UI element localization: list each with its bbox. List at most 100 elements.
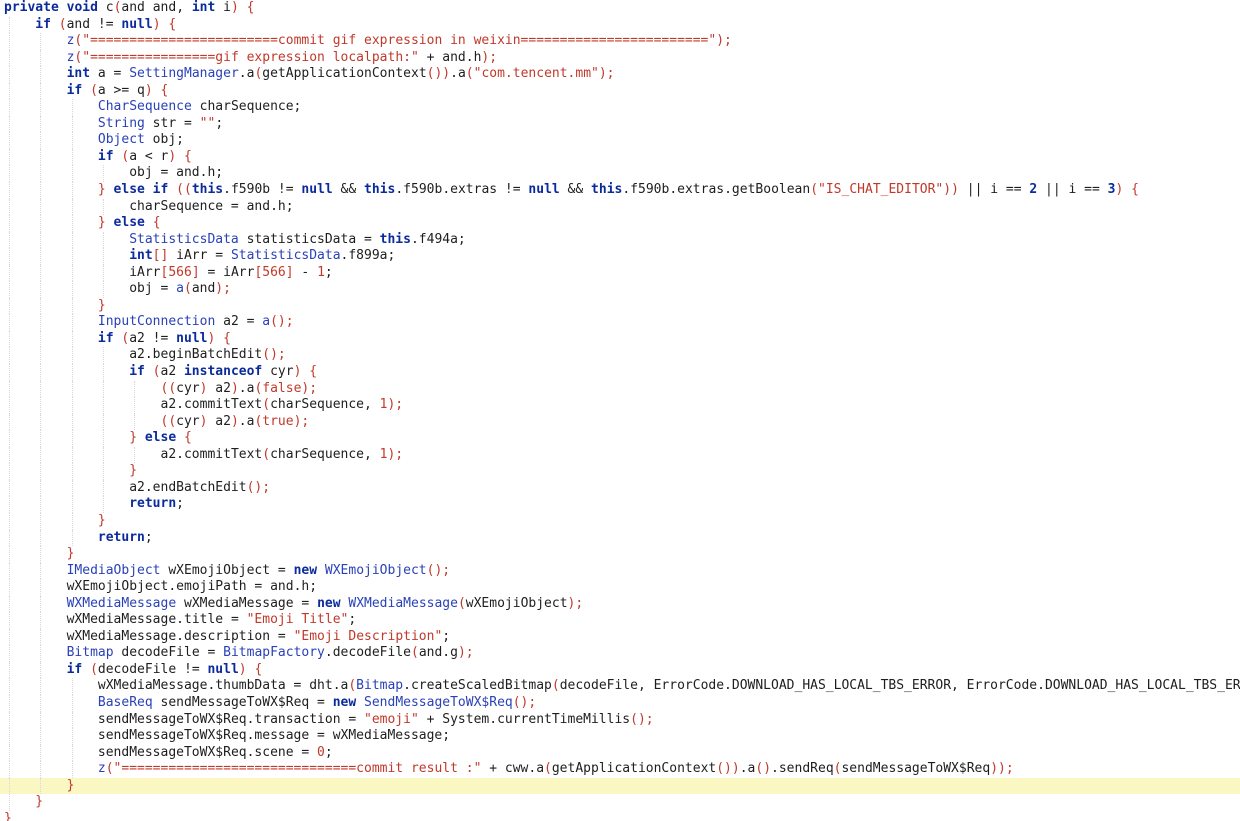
- code-line[interactable]: z("================gif expression localp…: [0, 49, 1240, 67]
- indent-guide: [9, 182, 10, 199]
- code-token: private void: [4, 0, 106, 15]
- code-token: int: [66, 66, 98, 82]
- code-line[interactable]: }: [0, 297, 1240, 315]
- code-line[interactable]: private void c(and and, int i) {: [0, 0, 1240, 17]
- code-token: }: [66, 546, 75, 562]
- code-token: }: [129, 463, 138, 479]
- code-token: and: [191, 281, 216, 297]
- code-line[interactable]: wXMediaMessage.title = "Emoji Title";: [0, 612, 1240, 629]
- code-line[interactable]: int[] iArr = StatisticsData.f899a;: [0, 248, 1240, 265]
- indent-guide: [71, 413, 73, 431]
- code-line[interactable]: }: [0, 811, 1240, 821]
- code-line[interactable]: InputConnection a2 = a();: [0, 314, 1240, 331]
- code-line[interactable]: sendMessageToWX$Req.scene = 0;: [0, 744, 1240, 762]
- indent-guide: [71, 347, 73, 365]
- code-token: (: [90, 661, 98, 677]
- code-line[interactable]: Object obj;: [0, 132, 1240, 149]
- code-line[interactable]: z("==============================commit …: [0, 761, 1240, 778]
- code-token: a >= q: [97, 82, 145, 98]
- code-line[interactable]: if (a < r) {: [0, 148, 1240, 166]
- indent-guide: [40, 132, 42, 149]
- indent-guide: [71, 479, 73, 497]
- code-token: else: [113, 215, 153, 231]
- indent-guide: [71, 281, 73, 298]
- code-line[interactable]: StatisticsData statisticsData = this.f49…: [0, 231, 1240, 249]
- code-editor[interactable]: private void c(and and, int i) {if (and …: [0, 0, 1240, 821]
- code-line[interactable]: Bitmap decodeFile = BitmapFactory.decode…: [0, 645, 1240, 662]
- code-token: if: [66, 661, 91, 677]
- code-line[interactable]: } else {: [0, 215, 1240, 232]
- indent-guide: [40, 231, 42, 249]
- code-line[interactable]: a2.commitText(charSequence, 1);: [0, 397, 1240, 414]
- indent-guide: [102, 397, 104, 414]
- code-line[interactable]: ((cyr) a2).a(true);: [0, 413, 1240, 431]
- code-line[interactable]: }: [0, 512, 1240, 530]
- indent-guide: [102, 281, 104, 298]
- code-line[interactable]: wXEmojiObject.emojiPath = and.h;: [0, 579, 1240, 596]
- indent-guide: [102, 446, 104, 464]
- code-line[interactable]: return;: [0, 496, 1240, 513]
- code-line[interactable]: if (a >= q) {: [0, 82, 1240, 100]
- code-line[interactable]: if (a2 instanceof cyr) {: [0, 364, 1240, 381]
- code-token: obj = and.h;: [129, 165, 224, 181]
- code-line[interactable]: if (and != null) {: [0, 16, 1240, 34]
- code-token: (: [262, 446, 271, 462]
- code-line[interactable]: z("========================commit gif ex…: [0, 33, 1240, 50]
- indent-guide: [102, 463, 104, 480]
- code-line[interactable]: IMediaObject wXEmojiObject = new WXEmoji…: [0, 562, 1240, 580]
- code-token: null: [121, 16, 153, 32]
- code-line[interactable]: ((cyr) a2).a(false);: [0, 380, 1240, 398]
- code-token: ) {: [1115, 182, 1139, 198]
- code-token: sendMessageToWX$Req =: [152, 694, 333, 710]
- code-line[interactable]: }: [0, 777, 1240, 795]
- code-token: wXMediaMessage.title =: [66, 612, 247, 628]
- indent-guide: [40, 364, 42, 381]
- indent-guide: [40, 198, 42, 216]
- code-line[interactable]: wXMediaMessage.description = "Emoji Desc…: [0, 628, 1240, 646]
- code-token: obj =: [129, 281, 177, 297]
- code-token: if: [97, 330, 122, 346]
- code-token: "Emoji Description": [293, 628, 443, 644]
- code-line[interactable]: charSequence = and.h;: [0, 198, 1240, 216]
- indent-guide: [40, 529, 42, 547]
- code-line[interactable]: BaseReq sendMessageToWX$Req = new SendMe…: [0, 694, 1240, 712]
- code-line[interactable]: }: [0, 546, 1240, 563]
- indent-guide: [40, 49, 42, 67]
- code-token: a2: [215, 380, 231, 396]
- code-token: new: [317, 595, 349, 611]
- code-line[interactable]: a2.beginBatchEdit();: [0, 347, 1240, 365]
- code-line[interactable]: CharSequence charSequence;: [0, 99, 1240, 116]
- code-token: ): [199, 413, 216, 429]
- code-line[interactable]: if (decodeFile != null) {: [0, 661, 1240, 679]
- code-line[interactable]: } else {: [0, 430, 1240, 447]
- code-token: ();: [246, 479, 271, 495]
- code-line[interactable]: }: [0, 463, 1240, 480]
- code-line[interactable]: }: [0, 794, 1240, 811]
- code-token: }: [97, 182, 114, 198]
- code-line[interactable]: String str = "";: [0, 115, 1240, 133]
- code-token: )): [943, 182, 959, 198]
- code-line[interactable]: } else if ((this.f590b != null && this.f…: [0, 182, 1240, 199]
- code-line[interactable]: obj = a(and);: [0, 281, 1240, 298]
- code-line[interactable]: WXMediaMessage wXMediaMessage = new WXMe…: [0, 595, 1240, 613]
- code-line[interactable]: if (a2 != null) {: [0, 330, 1240, 348]
- code-line[interactable]: sendMessageToWX$Req.transaction = "emoji…: [0, 711, 1240, 729]
- code-line[interactable]: iArr[566] = iArr[566] - 1;: [0, 264, 1240, 282]
- indent-guide: [9, 82, 10, 100]
- indent-guide: [40, 115, 42, 133]
- code-token: 1: [317, 264, 325, 280]
- code-token: a2.commitText: [160, 446, 263, 462]
- code-line[interactable]: int a = SettingManager.a(getApplicationC…: [0, 66, 1240, 83]
- code-line[interactable]: return;: [0, 529, 1240, 547]
- code-token: this: [591, 182, 623, 198]
- code-token: sendMessageToWX$Req.message = wXMediaMes…: [97, 728, 451, 744]
- code-line[interactable]: a2.endBatchEdit();: [0, 479, 1240, 497]
- indent-guide: [9, 314, 10, 331]
- code-line[interactable]: obj = and.h;: [0, 165, 1240, 183]
- code-line[interactable]: a2.commitText(charSequence, 1);: [0, 446, 1240, 464]
- code-line[interactable]: wXMediaMessage.thumbData = dht.a(Bitmap.…: [0, 678, 1240, 695]
- code-token: charSequence = and.h;: [129, 198, 294, 214]
- indent-guide: [40, 512, 42, 530]
- code-line[interactable]: sendMessageToWX$Req.message = wXMediaMes…: [0, 728, 1240, 745]
- code-token: ) {: [207, 330, 231, 346]
